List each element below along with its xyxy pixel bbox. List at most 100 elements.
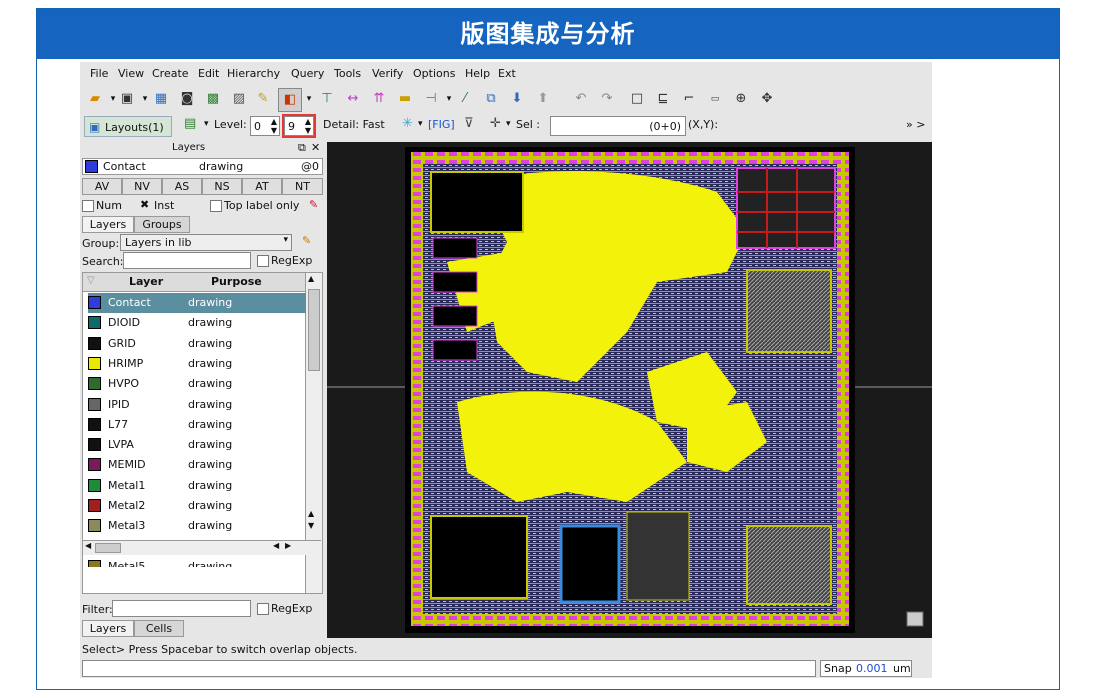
align-icon[interactable]: ⇈: [368, 88, 390, 110]
scroll-up-icon[interactable]: ▲: [308, 274, 314, 283]
scroll-up-icon[interactable]: ▲: [308, 509, 314, 518]
scroll-thumb[interactable]: [308, 289, 320, 371]
sparkle-icon[interactable]: ✳: [402, 116, 413, 131]
layer-swatch[interactable]: [88, 397, 101, 411]
menu-query[interactable]: Query: [291, 67, 324, 80]
layer-swatch[interactable]: [88, 336, 101, 350]
layer-swatch[interactable]: [88, 438, 101, 452]
menu-file[interactable]: File: [90, 67, 108, 80]
layer-swatch[interactable]: [88, 356, 101, 370]
level-from-spinbox[interactable]: 0 ▲ ▼: [250, 116, 280, 136]
layer-row[interactable]: GRID drawing: [88, 334, 306, 354]
menu-ext[interactable]: Ext: [498, 67, 516, 80]
current-layer-row[interactable]: Contact drawing @0: [82, 158, 323, 175]
menu-create[interactable]: Create: [152, 67, 189, 80]
ruler-icon[interactable]: ⊤: [316, 88, 338, 110]
layer-row[interactable]: L77 drawing: [88, 415, 306, 435]
redo-icon[interactable]: ↷: [596, 88, 618, 110]
layer-swatch[interactable]: [88, 499, 101, 512]
measure-icon[interactable]: ↔: [342, 88, 364, 110]
layer-row[interactable]: Contact drawing: [88, 293, 306, 313]
layer-row[interactable]: MEMID drawing: [88, 455, 306, 475]
at-button[interactable]: AT: [242, 178, 282, 195]
menu-tools[interactable]: Tools: [334, 67, 361, 80]
filter-input[interactable]: [112, 600, 251, 617]
dropdown-arrow-icon[interactable]: ▾: [506, 119, 511, 129]
stretch-icon[interactable]: ⊑: [652, 88, 674, 110]
overflow-chevron[interactable]: » >: [906, 118, 925, 131]
top-label-checkbox[interactable]: [210, 200, 222, 212]
layer-swatch[interactable]: [88, 377, 101, 391]
label-icon[interactable]: ▭: [704, 88, 726, 110]
filter-regexp-checkbox[interactable]: [257, 603, 269, 615]
menu-verify[interactable]: Verify: [372, 67, 403, 80]
layer-palette-icon[interactable]: ▤: [184, 116, 196, 131]
edit-palette-icon[interactable]: ✎: [309, 198, 318, 211]
layer-swatch[interactable]: [88, 316, 101, 330]
h-scrollbar[interactable]: ◀ ◀ ▶: [83, 540, 321, 555]
menu-help[interactable]: Help: [465, 67, 490, 80]
layer-row[interactable]: Metal3 drawing: [88, 516, 306, 536]
crosshair-icon[interactable]: ✛: [490, 116, 501, 131]
layer-row[interactable]: DIOID drawing: [88, 313, 306, 333]
undock-icon[interactable]: ⧉: [298, 141, 306, 155]
box-icon[interactable]: □: [626, 88, 648, 110]
snap-field[interactable]: Snap 0.001 um: [820, 660, 912, 677]
sort-icon[interactable]: ▽: [87, 275, 95, 286]
layer-row[interactable]: Metal2 drawing: [88, 496, 306, 516]
refresh-icon[interactable]: ▨: [228, 88, 250, 110]
screen-icon[interactable]: ▩: [202, 88, 224, 110]
layer-row[interactable]: HRIMP drawing: [88, 354, 306, 374]
layer-row[interactable]: Metal5 drawing: [88, 557, 306, 567]
fig-label[interactable]: [FIG]: [428, 118, 455, 131]
dropdown-arrow-icon[interactable]: ▾: [418, 119, 423, 129]
copy-icon[interactable]: ⧉: [480, 88, 502, 110]
rectangle-tool-icon[interactable]: ▬: [394, 88, 416, 110]
num-checkbox[interactable]: [82, 200, 94, 212]
detail-label[interactable]: Detail: Fast: [323, 118, 385, 131]
menu-view[interactable]: View: [118, 67, 144, 80]
pin-icon[interactable]: ⊕: [730, 88, 752, 110]
layout-canvas[interactable]: [327, 142, 932, 638]
group-select[interactable]: Layers in lib ▾: [120, 234, 292, 251]
nt-button[interactable]: NT: [282, 178, 323, 195]
dropdown-arrow-icon[interactable]: ▾: [204, 119, 209, 129]
pencil-icon[interactable]: ✎: [302, 234, 311, 247]
undo-icon[interactable]: ↶: [570, 88, 592, 110]
h-scroll-thumb[interactable]: [95, 543, 121, 553]
tab-layers-bottom[interactable]: Layers: [82, 620, 134, 637]
layer-row[interactable]: HVPO drawing: [88, 374, 306, 394]
menu-edit[interactable]: Edit: [198, 67, 219, 80]
command-input[interactable]: [82, 660, 816, 677]
camera-icon[interactable]: ◙: [176, 88, 198, 110]
av-button[interactable]: AV: [82, 178, 122, 195]
scroll-down-icon[interactable]: ▼: [308, 521, 314, 530]
as-button[interactable]: AS: [162, 178, 202, 195]
move-icon[interactable]: ✥: [756, 88, 778, 110]
layouts-button[interactable]: ▣ Layouts(1): [84, 116, 172, 137]
column-layer-header[interactable]: Layer: [129, 275, 163, 288]
regexp-checkbox[interactable]: [257, 255, 269, 267]
filter-select-icon[interactable]: ⊽: [464, 116, 474, 131]
wire-tool-icon[interactable]: ⁄: [454, 88, 476, 110]
layer-swatch[interactable]: [88, 417, 101, 431]
menu-hierarchy[interactable]: Hierarchy: [227, 67, 280, 80]
close-icon[interactable]: ✕: [311, 141, 320, 154]
down-arrow-icon[interactable]: ⬇: [506, 88, 528, 110]
layer-row[interactable]: Metal1 drawing: [88, 476, 306, 496]
scroll-left-icon[interactable]: ◀: [85, 541, 91, 550]
scroll-right-icon[interactable]: ▶: [285, 541, 291, 550]
spin-arrows-icon[interactable]: ▲ ▼: [271, 117, 277, 135]
tab-groups[interactable]: Groups: [134, 216, 190, 233]
inst-checkbox-checked-icon[interactable]: ✖: [140, 198, 149, 211]
step-icon[interactable]: ⌐: [678, 88, 700, 110]
chevron-down-icon[interactable]: ▾: [283, 235, 288, 245]
nv-button[interactable]: NV: [122, 178, 162, 195]
layer-swatch[interactable]: [88, 559, 101, 567]
tab-layers[interactable]: Layers: [82, 216, 134, 233]
layer-row[interactable]: LVPA drawing: [88, 435, 306, 455]
menu-options[interactable]: Options: [413, 67, 455, 80]
sel-field[interactable]: (0+0): [550, 116, 686, 136]
layer-row[interactable]: IPID drawing: [88, 395, 306, 415]
tab-cells[interactable]: Cells: [134, 620, 184, 637]
